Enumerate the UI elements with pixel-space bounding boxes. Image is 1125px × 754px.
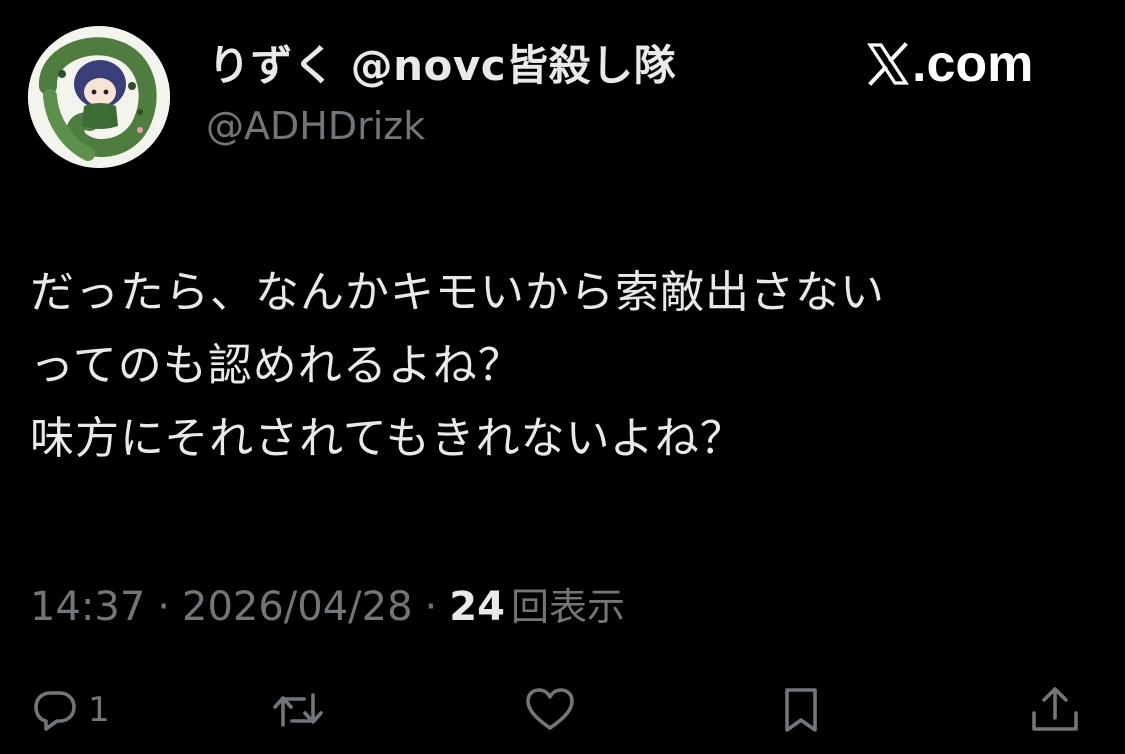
reply-icon: [34, 691, 76, 731]
reply-button[interactable]: 1: [30, 680, 110, 740]
heart-icon: [526, 688, 574, 730]
views-label[interactable]: 回表示: [511, 576, 625, 631]
user-handle[interactable]: @ADHDrizk: [206, 104, 425, 148]
bookmark-icon: [785, 688, 817, 732]
tweet-line: だったら、なんかキモいから索敵出さない: [30, 267, 885, 318]
tweet-meta: 14:37 · 2026/04/28 · 24 回表示: [30, 576, 625, 631]
tweet-line: 味方にそれされてもきれないよね？: [30, 413, 745, 464]
tweet-time[interactable]: 14:37: [30, 584, 145, 630]
tweet-text: だったら、なんかキモいから索敵出さない ってのも認めれるよね？ 味方にそれされて…: [30, 256, 1100, 475]
meta-separator: ·: [157, 584, 170, 630]
share-icon: [1032, 687, 1078, 731]
retweet-icon: [273, 693, 323, 727]
avatar-image: [28, 26, 170, 168]
reply-count: 1: [88, 690, 110, 730]
meta-separator: ·: [424, 584, 438, 630]
brand-logo: .com: [866, 35, 1034, 93]
action-bar: 1: [0, 680, 1125, 740]
share-button[interactable]: [1028, 680, 1082, 740]
retweet-button[interactable]: [272, 680, 324, 740]
tweet-date[interactable]: 2026/04/28: [182, 584, 413, 630]
bookmark-button[interactable]: [776, 680, 826, 740]
display-name[interactable]: りずく @novc皆殺し隊: [208, 32, 676, 93]
avatar[interactable]: [28, 26, 170, 168]
tweet-line: ってのも認めれるよね？: [30, 340, 523, 391]
views-count[interactable]: 24: [449, 584, 505, 630]
like-button[interactable]: [524, 680, 576, 740]
brand-text: .com: [912, 35, 1034, 93]
x-logo-icon: [867, 42, 909, 86]
